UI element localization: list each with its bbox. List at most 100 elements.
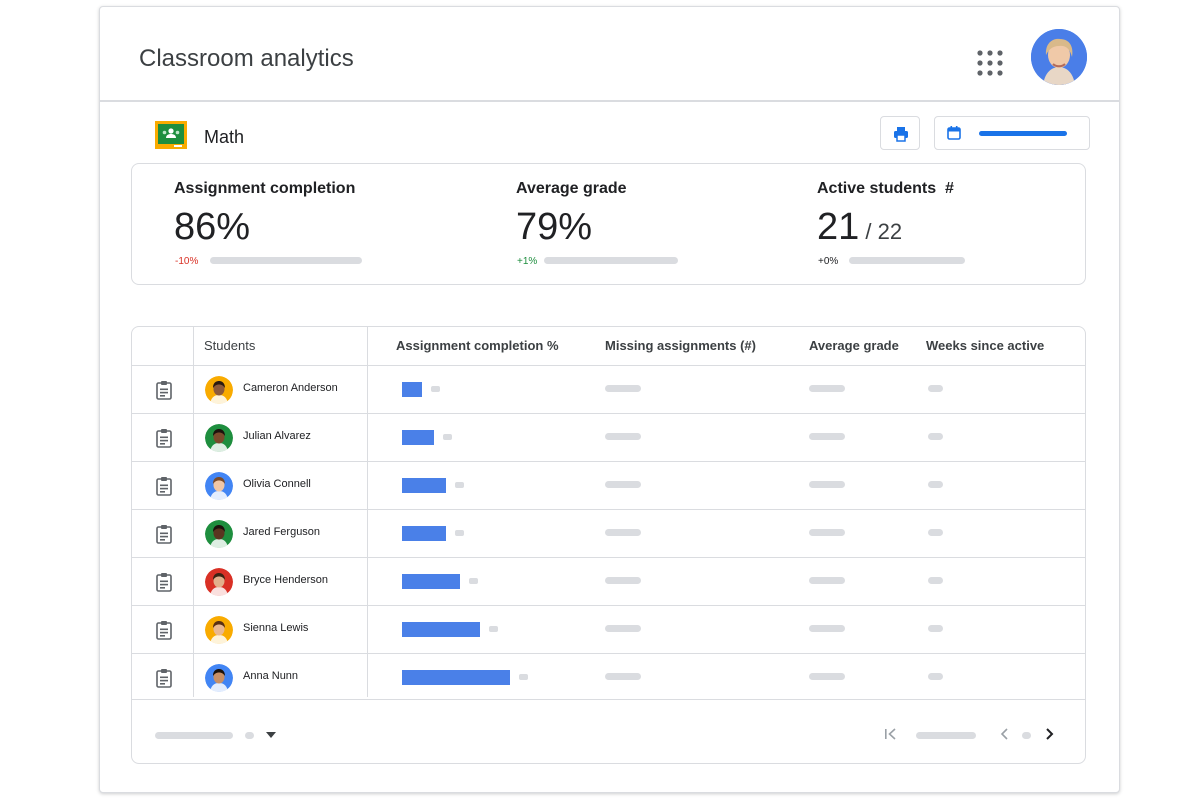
completion-bar xyxy=(402,382,422,397)
missing-assignments-placeholder xyxy=(605,385,641,392)
stats-card: Assignment completion 86% -10% Average g… xyxy=(131,163,1086,285)
student-avatar xyxy=(205,424,233,452)
stat-delta: +0% xyxy=(818,256,839,267)
page-title: Classroom analytics xyxy=(139,45,354,72)
assignment-clipboard-icon[interactable] xyxy=(155,380,173,400)
date-range-placeholder xyxy=(979,131,1067,136)
assignment-clipboard-icon[interactable] xyxy=(155,620,173,640)
student-name[interactable]: Jared Ferguson xyxy=(243,526,320,538)
completion-value-placeholder xyxy=(443,434,452,440)
student-avatar xyxy=(205,472,233,500)
assignment-clipboard-icon[interactable] xyxy=(155,668,173,688)
average-grade-placeholder xyxy=(809,481,845,488)
weeks-since-active-placeholder xyxy=(928,433,943,440)
student-name[interactable]: Anna Nunn xyxy=(243,670,298,682)
completion-value-placeholder xyxy=(455,530,464,536)
student-avatar xyxy=(205,568,233,596)
stat-label: Active students # xyxy=(817,180,954,197)
calendar-icon xyxy=(947,126,961,140)
average-grade-placeholder xyxy=(809,625,845,632)
average-grade-placeholder xyxy=(809,433,845,440)
average-grade-placeholder xyxy=(809,673,845,680)
analytics-window: Classroom analytics Math Assignment comp… xyxy=(99,6,1120,793)
table-footer xyxy=(132,699,1085,763)
weeks-since-active-placeholder xyxy=(928,673,943,680)
student-name[interactable]: Cameron Anderson xyxy=(243,382,338,394)
student-avatar xyxy=(205,520,233,548)
assignment-clipboard-icon[interactable] xyxy=(155,572,173,592)
student-name[interactable]: Sienna Lewis xyxy=(243,622,308,634)
average-grade-placeholder xyxy=(809,385,845,392)
student-avatar xyxy=(205,376,233,404)
student-avatar xyxy=(205,616,233,644)
rows-per-page-value xyxy=(245,732,254,739)
table-row[interactable]: Cameron Anderson xyxy=(132,365,1085,413)
print-button[interactable] xyxy=(880,116,920,150)
stat-value-suffix: / 22 xyxy=(859,219,903,244)
missing-assignments-placeholder xyxy=(605,433,641,440)
stat-value: 79% xyxy=(516,206,592,249)
stat-value: 86% xyxy=(174,206,250,249)
column-header-average-grade[interactable]: Average grade xyxy=(809,327,899,365)
stat-label: Assignment completion xyxy=(174,180,356,197)
student-name[interactable]: Bryce Henderson xyxy=(243,574,328,586)
stat-trend-bar xyxy=(210,257,362,264)
table-row[interactable]: Sienna Lewis xyxy=(132,605,1085,653)
completion-bar xyxy=(402,430,434,445)
page-range-label xyxy=(916,732,976,739)
date-range-button[interactable] xyxy=(934,116,1090,150)
next-page-icon[interactable] xyxy=(1044,727,1056,741)
user-avatar[interactable] xyxy=(1031,29,1087,85)
missing-assignments-placeholder xyxy=(605,625,641,632)
stat-delta: -10% xyxy=(175,256,199,267)
completion-bar xyxy=(402,478,446,493)
completion-bar xyxy=(402,670,510,685)
weeks-since-active-placeholder xyxy=(928,481,943,488)
page-indicator xyxy=(1022,732,1031,739)
assignment-clipboard-icon[interactable] xyxy=(155,476,173,496)
missing-assignments-placeholder xyxy=(605,577,641,584)
previous-page-icon[interactable] xyxy=(998,727,1010,741)
stat-delta: +1% xyxy=(517,256,538,267)
column-header-missing-assignments[interactable]: Missing assignments (#) xyxy=(605,327,756,365)
assignment-clipboard-icon[interactable] xyxy=(155,524,173,544)
print-icon xyxy=(894,127,908,142)
student-name[interactable]: Olivia Connell xyxy=(243,478,311,490)
title-bar: Classroom analytics xyxy=(100,7,1119,102)
completion-value-placeholder xyxy=(489,626,498,632)
weeks-since-active-placeholder xyxy=(928,529,943,536)
rows-per-page-label xyxy=(155,732,233,739)
completion-bar xyxy=(402,574,460,589)
first-page-icon[interactable] xyxy=(883,727,897,741)
missing-assignments-placeholder xyxy=(605,481,641,488)
table-row[interactable]: Olivia Connell xyxy=(132,461,1085,509)
table-row[interactable]: Bryce Henderson xyxy=(132,557,1085,605)
average-grade-placeholder xyxy=(809,577,845,584)
completion-value-placeholder xyxy=(469,578,478,584)
column-header-students[interactable]: Students xyxy=(204,327,255,365)
stat-value-number: 79% xyxy=(516,206,593,248)
stat-trend-bar xyxy=(849,257,965,264)
student-avatar xyxy=(205,664,233,692)
table-row[interactable]: Jared Ferguson xyxy=(132,509,1085,557)
column-header-assignment-completion[interactable]: Assignment completion % xyxy=(396,327,559,365)
column-header-weeks-since-active[interactable]: Weeks since active xyxy=(926,327,1044,365)
assignment-clipboard-icon[interactable] xyxy=(155,428,173,448)
rows-per-page-dropdown-icon[interactable] xyxy=(266,732,276,739)
weeks-since-active-placeholder xyxy=(928,625,943,632)
table-row[interactable]: Anna Nunn xyxy=(132,653,1085,701)
weeks-since-active-placeholder xyxy=(928,385,943,392)
class-name: Math xyxy=(204,127,245,147)
table-row[interactable]: Julian Alvarez xyxy=(132,413,1085,461)
completion-bar xyxy=(402,622,480,637)
completion-value-placeholder xyxy=(455,482,464,488)
average-grade-placeholder xyxy=(809,529,845,536)
completion-value-placeholder xyxy=(519,674,528,680)
missing-assignments-placeholder xyxy=(605,529,641,536)
student-name[interactable]: Julian Alvarez xyxy=(243,430,311,442)
stat-value: 21 / 22 xyxy=(817,206,902,249)
stat-label: Average grade xyxy=(516,180,627,197)
user-avatar-image xyxy=(1031,29,1087,85)
completion-value-placeholder xyxy=(431,386,440,392)
apps-grid-icon[interactable] xyxy=(976,49,1004,77)
